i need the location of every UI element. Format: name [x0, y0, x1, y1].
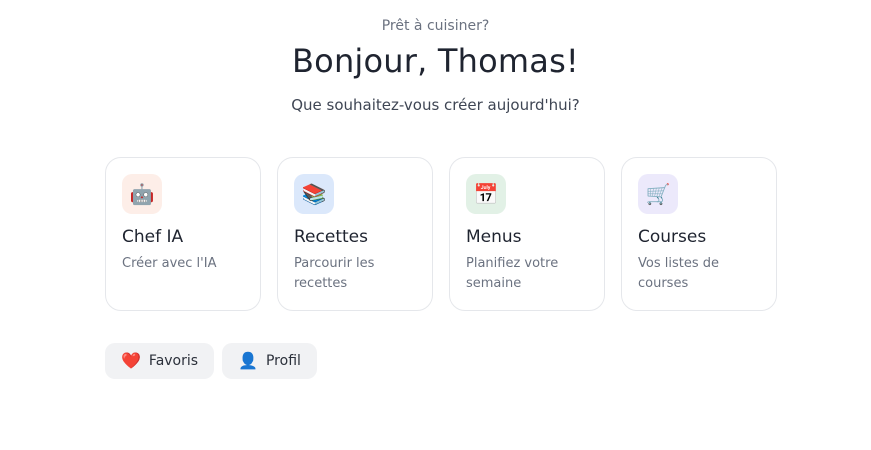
profil-label: Profil — [265, 353, 301, 369]
favoris-button[interactable]: ❤️ Favoris — [105, 343, 215, 379]
calendar-icon: 📅 — [466, 174, 506, 214]
card-description: Créer avec l'IA — [122, 256, 217, 271]
card-title: Chef IA — [122, 227, 184, 247]
shopping-cart-emoji: 🛒 — [645, 182, 671, 206]
prompt-subtitle: Que souhaitez-vous créer aujourd'hui? — [291, 96, 580, 114]
home-screen: Prêt à cuisiner? Bonjour, Thomas! Que so… — [0, 0, 871, 450]
person-icon: 👤 — [238, 351, 258, 370]
calendar-emoji: 📅 — [473, 182, 499, 206]
card-description: Parcourir les recettes — [294, 256, 375, 291]
favoris-label: Favoris — [148, 353, 199, 369]
card-chef-ia[interactable]: 🤖 Chef IA Créer avec l'IA — [105, 157, 261, 311]
card-description: Planifiez votre semaine — [466, 256, 559, 291]
shopping-cart-icon: 🛒 — [638, 174, 678, 214]
card-recettes[interactable]: 📚 Recettes Parcourir les recettes — [277, 157, 433, 311]
card-description: Vos listes de courses — [638, 256, 719, 291]
heart-icon: ❤️ — [121, 351, 141, 370]
eyebrow-text: Prêt à cuisiner? — [381, 18, 490, 34]
card-title: Courses — [638, 227, 707, 247]
books-emoji: 📚 — [301, 182, 327, 206]
feature-cards: 🤖 Chef IA Créer avec l'IA 📚 Recettes Par… — [105, 157, 777, 311]
card-menus[interactable]: 📅 Menus Planifiez votre semaine — [449, 157, 605, 311]
quick-links: ❤️ Favoris 👤 Profil — [105, 343, 317, 379]
profil-button[interactable]: 👤 Profil — [222, 343, 317, 379]
robot-icon: 🤖 — [122, 174, 162, 214]
books-icon: 📚 — [294, 174, 334, 214]
card-title: Recettes — [294, 227, 368, 247]
card-title: Menus — [466, 227, 522, 247]
greeting-title: Bonjour, Thomas! — [292, 42, 579, 80]
card-courses[interactable]: 🛒 Courses Vos listes de courses — [621, 157, 777, 311]
robot-emoji: 🤖 — [129, 182, 155, 206]
